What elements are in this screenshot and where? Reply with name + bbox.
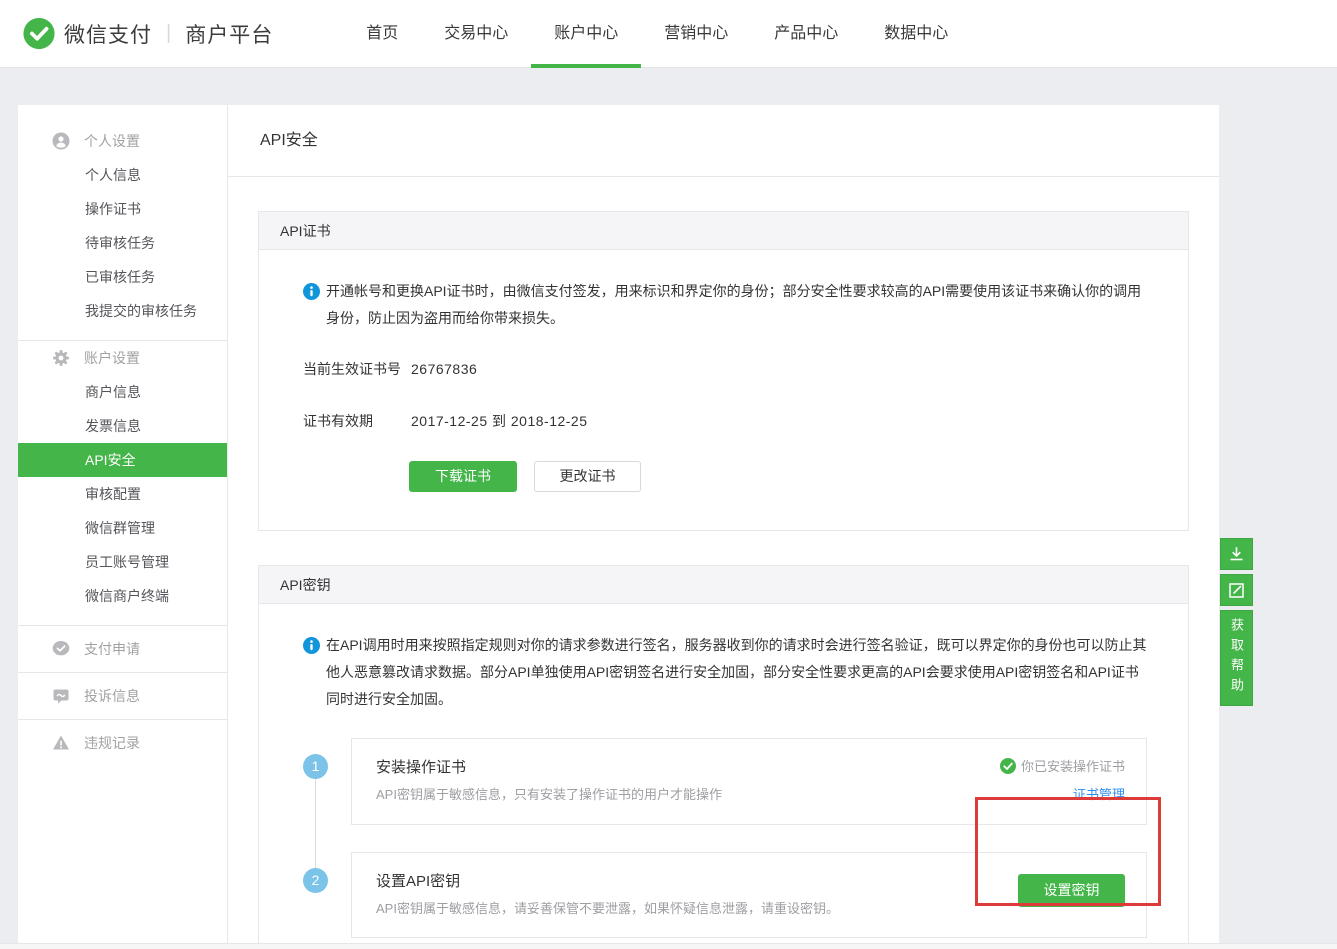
sidebar-item-operation-cert[interactable]: 操作证书 bbox=[18, 192, 227, 226]
sidebar-heading-label: 违规记录 bbox=[84, 733, 140, 753]
nav-marketing-center[interactable]: 营销中心 bbox=[641, 0, 751, 68]
sidebar: 个人设置 个人信息 操作证书 待审核任务 已审核任务 我提交的审核任务 bbox=[18, 105, 228, 943]
wechat-icon bbox=[52, 640, 70, 658]
main-nav: 首页 交易中心 账户中心 营销中心 产品中心 数据中心 bbox=[343, 0, 971, 68]
nav-product-center[interactable]: 产品中心 bbox=[751, 0, 861, 68]
info-icon bbox=[303, 283, 320, 300]
download-cert-button[interactable]: 下载证书 bbox=[409, 461, 517, 492]
cert-number-row: 当前生效证书号 26767836 bbox=[303, 359, 1147, 379]
cert-installed-text: 你已安装操作证书 bbox=[1021, 756, 1125, 775]
sidebar-item-pending-review[interactable]: 待审核任务 bbox=[18, 226, 227, 260]
cert-validity-row: 证书有效期 2017-12-25 到 2018-12-25 bbox=[303, 411, 1147, 431]
warning-icon bbox=[52, 734, 70, 752]
horizontal-scrollbar[interactable] bbox=[0, 943, 1337, 949]
nav-account-center[interactable]: 账户中心 bbox=[531, 0, 641, 68]
sidebar-heading-account-settings: 账户设置 bbox=[18, 341, 227, 375]
sidebar-item-my-submitted-review[interactable]: 我提交的审核任务 bbox=[18, 294, 227, 328]
step-2-title: 设置API密钥 bbox=[376, 870, 1018, 891]
api-cert-card-title: API证书 bbox=[259, 212, 1188, 250]
get-help-label: 获取帮助 bbox=[1227, 618, 1246, 698]
sidebar-heading-violations[interactable]: 违规记录 bbox=[18, 726, 227, 760]
edit-icon bbox=[1228, 582, 1245, 599]
gear-icon bbox=[52, 349, 70, 367]
cert-manage-link[interactable]: 证书管理 bbox=[1073, 784, 1125, 803]
api-cert-card: API证书 开通帐号和更换API证书时，由微信支付签发，用来标识和界定你的身份；… bbox=[258, 211, 1189, 531]
sidebar-heading-label: 投诉信息 bbox=[84, 686, 140, 706]
step-2-desc: API密钥属于敏感信息，请妥善保管不要泄露，如果怀疑信息泄露，请重设密钥。 bbox=[376, 898, 1018, 917]
cert-validity-label: 证书有效期 bbox=[303, 411, 411, 431]
brand-product: 商户平台 bbox=[185, 19, 273, 49]
sidebar-item-personal-info[interactable]: 个人信息 bbox=[18, 158, 227, 192]
brand-name: 微信支付 bbox=[64, 19, 152, 49]
content-container: 个人设置 个人信息 操作证书 待审核任务 已审核任务 我提交的审核任务 bbox=[18, 105, 1219, 943]
info-icon bbox=[303, 637, 320, 654]
sidebar-item-wechat-merchant-terminal[interactable]: 微信商户终端 bbox=[18, 579, 227, 613]
cert-validity-value: 2017-12-25 到 2018-12-25 bbox=[411, 411, 588, 431]
sidebar-item-review-config[interactable]: 审核配置 bbox=[18, 477, 227, 511]
page-title: API安全 bbox=[228, 105, 1219, 177]
sidebar-section-payment-apply: 支付申请 bbox=[18, 626, 227, 673]
comment-icon bbox=[52, 687, 70, 705]
set-api-key-button[interactable]: 设置密钥 bbox=[1018, 874, 1125, 907]
sidebar-section-personal: 个人设置 个人信息 操作证书 待审核任务 已审核任务 我提交的审核任务 bbox=[18, 124, 227, 341]
change-cert-button[interactable]: 更改证书 bbox=[534, 461, 641, 492]
step-1-desc: API密钥属于敏感信息，只有安装了操作证书的用户才能操作 bbox=[376, 784, 1000, 803]
sidebar-heading-complaints[interactable]: 投诉信息 bbox=[18, 679, 227, 713]
cert-number-value: 26767836 bbox=[411, 361, 477, 377]
api-cert-info-text: 开通帐号和更换API证书时，由微信支付签发，用来标识和界定你的身份；部分安全性要… bbox=[326, 278, 1147, 332]
download-icon bbox=[1228, 546, 1245, 563]
step-set-api-key: 2 设置API密钥 API密钥属于敏感信息，请妥善保管不要泄露，如果怀疑信息泄露… bbox=[303, 852, 1147, 938]
nav-home[interactable]: 首页 bbox=[343, 0, 421, 68]
sidebar-item-reviewed[interactable]: 已审核任务 bbox=[18, 260, 227, 294]
sidebar-item-staff-account-mgmt[interactable]: 员工账号管理 bbox=[18, 545, 227, 579]
sidebar-item-invoice-info[interactable]: 发票信息 bbox=[18, 409, 227, 443]
sidebar-section-complaints: 投诉信息 bbox=[18, 673, 227, 720]
download-help-button[interactable] bbox=[1220, 538, 1253, 570]
cert-number-label: 当前生效证书号 bbox=[303, 359, 411, 379]
api-key-card: API密钥 在API调用时用来按照指定规则对你的请求参数进行签名，服务器收到你的… bbox=[258, 565, 1189, 943]
nav-data-center[interactable]: 数据中心 bbox=[861, 0, 971, 68]
wechat-pay-logo-icon bbox=[22, 17, 56, 51]
cert-installed-status: 你已安装操作证书 bbox=[1000, 756, 1125, 775]
api-key-steps: 1 安装操作证书 API密钥属于敏感信息，只有安装了操作证书的用户才能操作 bbox=[303, 738, 1147, 938]
help-widget: 获取帮助 bbox=[1220, 538, 1253, 710]
get-help-button[interactable]: 获取帮助 bbox=[1220, 610, 1253, 706]
step-1-badge: 1 bbox=[303, 754, 328, 779]
step-1-box: 安装操作证书 API密钥属于敏感信息，只有安装了操作证书的用户才能操作 bbox=[351, 738, 1147, 825]
sidebar-item-wechat-group-mgmt[interactable]: 微信群管理 bbox=[18, 511, 227, 545]
sidebar-item-merchant-info[interactable]: 商户信息 bbox=[18, 375, 227, 409]
sidebar-item-api-security[interactable]: API安全 bbox=[18, 443, 227, 477]
sidebar-heading-payment-apply[interactable]: 支付申请 bbox=[18, 632, 227, 666]
api-cert-info: 开通帐号和更换API证书时，由微信支付签发，用来标识和界定你的身份；部分安全性要… bbox=[303, 278, 1147, 332]
person-icon bbox=[52, 132, 70, 150]
brand-separator: | bbox=[166, 22, 171, 45]
api-key-info: 在API调用时用来按照指定规则对你的请求参数进行签名，服务器收到你的请求时会进行… bbox=[303, 632, 1147, 713]
step-1-title: 安装操作证书 bbox=[376, 756, 1000, 777]
step-2-badge: 2 bbox=[303, 868, 328, 893]
sidebar-section-account: 账户设置 商户信息 发票信息 API安全 审核配置 微信群管理 员工账号管理 微… bbox=[18, 341, 227, 626]
step-2-box: 设置API密钥 API密钥属于敏感信息，请妥善保管不要泄露，如果怀疑信息泄露，请… bbox=[351, 852, 1147, 938]
sidebar-section-violations: 违规记录 bbox=[18, 720, 227, 766]
main-panel: API安全 API证书 开通帐号和更换API证书时，由微信支付签发，用来标识和界… bbox=[228, 105, 1219, 943]
sidebar-heading-label: 个人设置 bbox=[84, 131, 140, 151]
feedback-help-button[interactable] bbox=[1220, 574, 1253, 606]
api-key-card-title: API密钥 bbox=[259, 566, 1188, 604]
step-install-cert: 1 安装操作证书 API密钥属于敏感信息，只有安装了操作证书的用户才能操作 bbox=[303, 738, 1147, 825]
brand: 微信支付 | 商户平台 bbox=[22, 17, 273, 51]
sidebar-heading-label: 账户设置 bbox=[84, 348, 140, 368]
sidebar-heading-label: 支付申请 bbox=[84, 639, 140, 659]
api-key-info-text: 在API调用时用来按照指定规则对你的请求参数进行签名，服务器收到你的请求时会进行… bbox=[326, 632, 1147, 713]
top-header: 微信支付 | 商户平台 首页 交易中心 账户中心 营销中心 产品中心 数据中心 bbox=[0, 0, 1337, 68]
check-success-icon bbox=[1000, 758, 1016, 774]
nav-transaction-center[interactable]: 交易中心 bbox=[421, 0, 531, 68]
sidebar-heading-personal-settings: 个人设置 bbox=[18, 124, 227, 158]
